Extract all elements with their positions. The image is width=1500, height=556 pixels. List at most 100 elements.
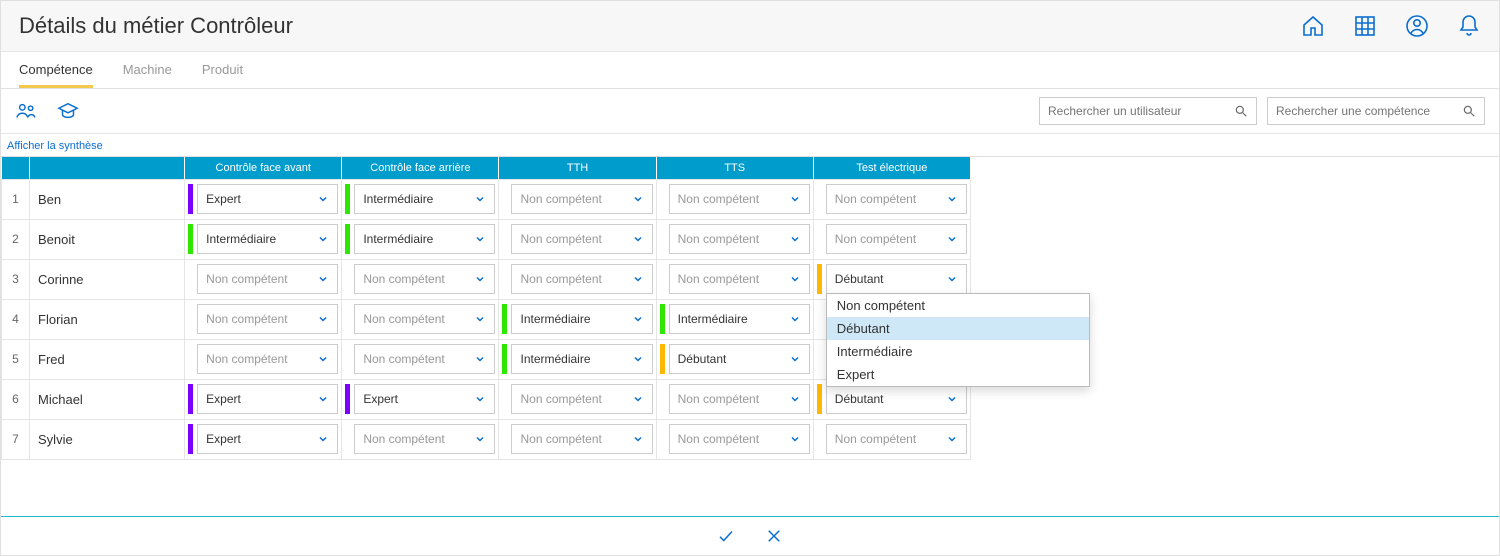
level-select[interactable]: Expert <box>354 384 495 414</box>
skill-cell: Intermédiaire <box>342 219 499 259</box>
level-select[interactable]: Non compétent <box>354 344 495 374</box>
dropdown-option[interactable]: Intermédiaire <box>827 340 1089 363</box>
graduation-cap-icon[interactable] <box>57 100 79 122</box>
level-stripe <box>817 304 822 334</box>
search-skill-field[interactable] <box>1276 104 1462 118</box>
level-stripe <box>345 384 350 414</box>
dropdown-option[interactable]: Non compétent <box>827 294 1089 317</box>
level-stripe <box>660 304 665 334</box>
chevron-down-icon <box>946 433 958 445</box>
search-user-field[interactable] <box>1048 104 1234 118</box>
level-select[interactable]: Non compétent <box>511 224 652 254</box>
level-select[interactable]: Non compétent <box>511 184 652 214</box>
level-select[interactable]: Expert <box>197 384 338 414</box>
column-header[interactable]: TTS <box>656 157 813 179</box>
level-select[interactable]: Intermédiaire <box>511 304 652 334</box>
grid-icon[interactable] <box>1353 14 1377 38</box>
show-summary-link[interactable]: Afficher la synthèse <box>1 134 1499 156</box>
tab-competence[interactable]: Compétence <box>19 52 93 88</box>
level-stripe <box>188 424 193 454</box>
level-select[interactable]: Débutant <box>669 344 810 374</box>
level-stripe <box>502 224 507 254</box>
search-skill-input[interactable] <box>1267 97 1485 125</box>
level-stripe <box>345 424 350 454</box>
level-select[interactable]: Non compétent <box>826 424 967 454</box>
skill-cell: Expert <box>185 179 342 219</box>
level-select[interactable]: Non compétent <box>354 424 495 454</box>
level-select[interactable]: Non compétent <box>197 304 338 334</box>
level-select[interactable]: Non compétent <box>511 264 652 294</box>
column-header[interactable]: Test électrique <box>813 157 970 179</box>
tab-produit[interactable]: Produit <box>202 52 243 88</box>
chevron-down-icon <box>632 353 644 365</box>
skill-cell: Intermédiaire <box>185 219 342 259</box>
level-select[interactable]: Non compétent <box>197 344 338 374</box>
skill-cell: Non compétent <box>499 259 656 299</box>
skill-cell: Non compétent <box>656 419 813 459</box>
level-select[interactable]: Intermédiaire <box>197 224 338 254</box>
level-select[interactable]: Intermédiaire <box>354 184 495 214</box>
row-index: 2 <box>2 219 30 259</box>
level-stripe <box>660 224 665 254</box>
chevron-down-icon <box>317 273 329 285</box>
page-title: Détails du métier Contrôleur <box>19 13 1301 39</box>
level-select[interactable]: Intermédiaire <box>354 224 495 254</box>
level-select[interactable]: Expert <box>197 424 338 454</box>
level-stripe <box>188 304 193 334</box>
row-name: Michael <box>30 379 185 419</box>
column-header[interactable]: TTH <box>499 157 656 179</box>
level-select[interactable]: Non compétent <box>354 264 495 294</box>
cancel-button[interactable] <box>765 527 783 545</box>
home-icon[interactable] <box>1301 14 1325 38</box>
level-stripe <box>502 264 507 294</box>
tab-machine[interactable]: Machine <box>123 52 172 88</box>
row-name: Ben <box>30 179 185 219</box>
tab-bar: Compétence Machine Produit <box>1 52 1499 89</box>
level-select[interactable]: Non compétent <box>511 384 652 414</box>
dropdown-option[interactable]: Expert <box>827 363 1089 386</box>
level-select[interactable]: Expert <box>197 184 338 214</box>
level-stripe <box>502 424 507 454</box>
level-select[interactable]: DébutantNon compétentDébutantIntermédiai… <box>826 264 967 294</box>
search-user-input[interactable] <box>1039 97 1257 125</box>
chevron-down-icon <box>474 233 486 245</box>
level-select[interactable]: Non compétent <box>669 224 810 254</box>
table-row: 2BenoitIntermédiaireIntermédiaireNon com… <box>2 219 971 259</box>
column-header[interactable]: Contrôle face avant <box>185 157 342 179</box>
level-select[interactable]: Intermédiaire <box>669 304 810 334</box>
level-select[interactable]: Non compétent <box>511 424 652 454</box>
level-select[interactable]: Intermédiaire <box>511 344 652 374</box>
skill-cell: Non compétent <box>813 419 970 459</box>
chevron-down-icon <box>474 433 486 445</box>
bell-icon[interactable] <box>1457 14 1481 38</box>
skill-cell: Non compétent <box>342 419 499 459</box>
level-select[interactable]: Non compétent <box>669 264 810 294</box>
level-stripe <box>817 224 822 254</box>
level-select[interactable]: Non compétent <box>826 184 967 214</box>
level-select[interactable]: Débutant <box>826 384 967 414</box>
level-stripe <box>502 344 507 374</box>
people-icon[interactable] <box>15 100 37 122</box>
page-header: Détails du métier Contrôleur <box>1 1 1499 52</box>
level-stripe <box>502 304 507 334</box>
skill-cell: Intermédiaire <box>342 179 499 219</box>
level-stripe <box>660 264 665 294</box>
row-name: Sylvie <box>30 419 185 459</box>
level-select[interactable]: Non compétent <box>826 224 967 254</box>
column-header[interactable]: Contrôle face arrière <box>342 157 499 179</box>
skill-cell: Non compétent <box>185 339 342 379</box>
dropdown-option[interactable]: Débutant <box>827 317 1089 340</box>
user-icon[interactable] <box>1405 14 1429 38</box>
level-select[interactable]: Non compétent <box>197 264 338 294</box>
level-stripe <box>345 264 350 294</box>
level-select[interactable]: Non compétent <box>354 304 495 334</box>
confirm-button[interactable] <box>717 527 735 545</box>
level-stripe <box>345 304 350 334</box>
level-select[interactable]: Non compétent <box>669 384 810 414</box>
level-select[interactable]: Non compétent <box>669 424 810 454</box>
level-select[interactable]: Non compétent <box>669 184 810 214</box>
skill-cell: Intermédiaire <box>499 339 656 379</box>
level-stripe <box>188 224 193 254</box>
table-row: 1BenExpertIntermédiaireNon compétentNon … <box>2 179 971 219</box>
level-stripe <box>660 384 665 414</box>
